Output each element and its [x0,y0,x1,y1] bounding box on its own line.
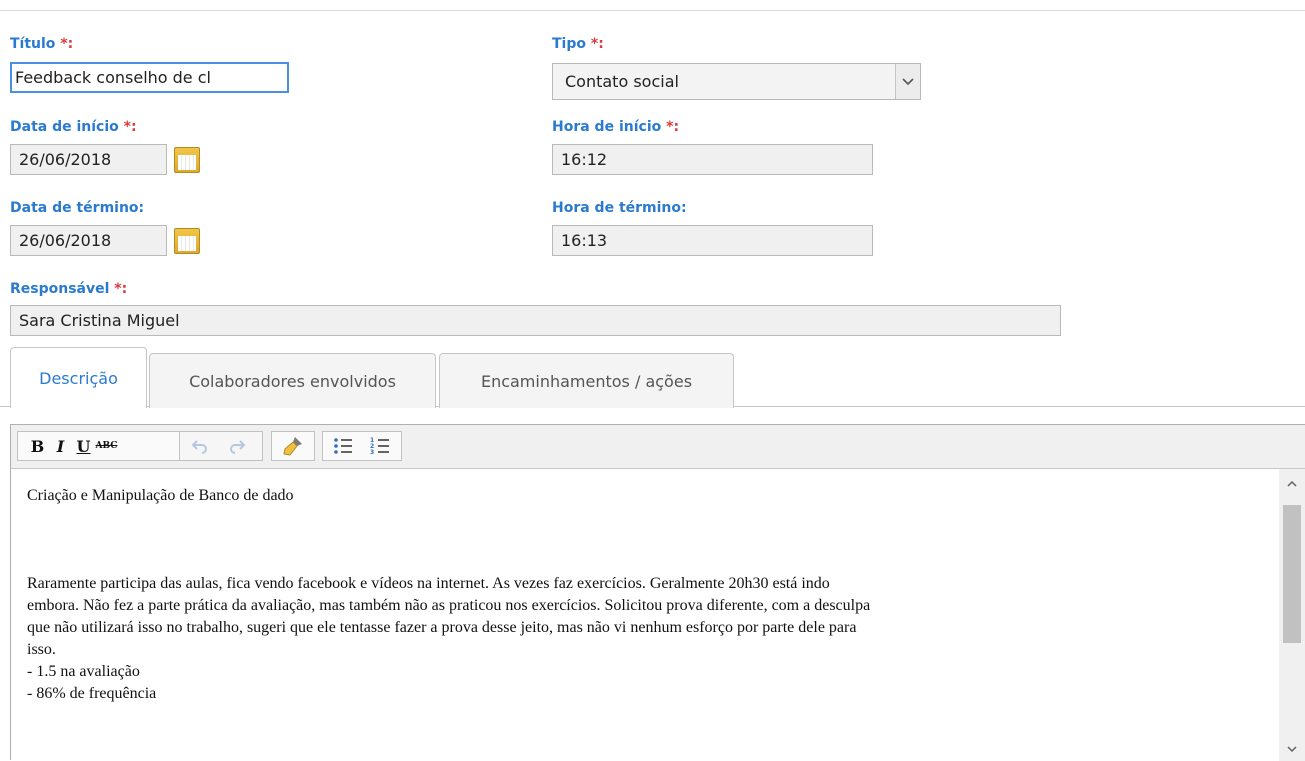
underline-icon[interactable]: U [72,432,95,460]
clear-format-brush-icon[interactable] [281,432,304,460]
tab-descricao[interactable]: Descrição [10,347,147,408]
titulo-input[interactable]: Feedback conselho de cl [10,62,289,93]
calendar-icon[interactable] [174,228,200,254]
list-button-group: 123 [322,431,402,461]
scroll-down-icon[interactable] [1279,739,1305,759]
editor-line: isso. [27,641,56,658]
undo-icon[interactable] [188,432,211,460]
numbered-list-icon[interactable]: 123 [368,432,391,460]
editor-scrollbar[interactable] [1279,469,1305,761]
chevron-down-icon[interactable] [895,64,920,99]
editor-line: - 1.5 na avaliação [27,663,140,680]
data-inicio-input[interactable]: 26/06/2018 [10,144,167,175]
scroll-up-icon[interactable] [1279,473,1305,493]
tipo-label: Tipo *: [552,36,604,52]
bold-icon[interactable]: B [26,432,49,460]
svg-text:3: 3 [370,449,374,456]
hora-inicio-label: Hora de início *: [552,119,680,135]
tipo-selected-value: Contato social [565,72,679,91]
tab-encaminhamentos[interactable]: Encaminhamentos / ações [439,353,734,408]
data-termino-input[interactable]: 26/06/2018 [10,225,167,256]
format-button-group: B I U ABC [17,431,187,461]
responsavel-input[interactable]: Sara Cristina Miguel [10,305,1061,336]
editor-line [27,529,1280,551]
hora-inicio-input[interactable]: 16:12 [552,144,873,175]
rich-text-editor: B I U ABC 123 Criação e Manipulação de B… [10,424,1305,761]
strikethrough-icon[interactable]: ABC [95,432,118,460]
editor-line: - 86% de frequência [27,685,157,702]
editor-content[interactable]: Criação e Manipulação de Banco de dado R… [11,469,1280,761]
top-divider [0,10,1305,11]
scrollbar-thumb[interactable] [1283,505,1301,643]
responsavel-label: Responsável *: [10,281,128,297]
editor-line: Criação e Manipulação de Banco de dado [27,487,294,504]
redo-icon[interactable] [225,432,248,460]
hora-termino-input[interactable]: 16:13 [552,225,873,256]
clear-format-group [271,431,315,461]
editor-line: embora. Não fez a parte prática da avali… [27,597,871,614]
history-button-group [179,431,263,461]
bullet-list-icon[interactable] [331,432,354,460]
editor-toolbar: B I U ABC 123 [11,425,1305,469]
italic-icon[interactable]: I [49,432,72,460]
data-inicio-label: Data de início *: [10,119,137,135]
data-termino-label: Data de término: [10,200,145,216]
editor-line: que não utilizará isso no trabalho, suge… [27,619,857,636]
editor-line: Raramente participa das aulas, fica vend… [27,575,830,592]
editor-line [27,507,1280,529]
tab-colaboradores[interactable]: Colaboradores envolvidos [149,353,436,408]
calendar-icon[interactable] [174,147,200,173]
titulo-label: Título *: [10,36,74,52]
hora-termino-label: Hora de término: [552,200,687,216]
tipo-select[interactable]: Contato social [552,63,921,100]
